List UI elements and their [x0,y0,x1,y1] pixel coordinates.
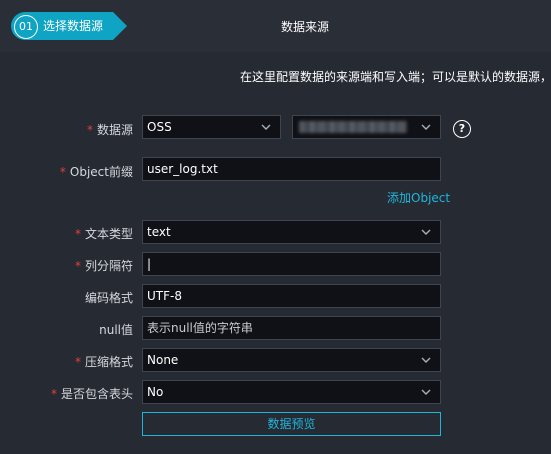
null-value-label: null值 [99,323,133,337]
chevron-down-icon [421,389,431,395]
encoding-label: 编码格式 [84,291,133,305]
datasource-name-select[interactable] [292,115,441,139]
redacted-datasource-name [299,121,407,133]
compression-select[interactable]: None [142,348,441,372]
null-value-placeholder: 表示null值的字符串 [147,321,253,335]
required-mark: * [74,355,81,369]
datasource-label: * 数据源 [86,123,133,137]
required-mark: * [50,387,57,401]
help-icon[interactable]: ? [453,120,471,138]
wizard-header: 01 选择数据源 数据来源 [0,0,551,52]
step-number: 01 [14,15,38,39]
compression-label: * 压缩格式 [74,355,133,369]
text-type-select[interactable]: text [142,220,441,244]
delimiter-input[interactable]: | [142,252,441,276]
required-mark: * [74,227,81,241]
step-label: 选择数据源 [43,19,104,33]
add-object-link[interactable]: 添加Object [387,189,450,206]
object-prefix-input[interactable]: user_log.txt [142,157,441,181]
header-select[interactable]: No [142,380,441,404]
encoding-input[interactable]: UTF-8 [142,284,441,308]
required-mark: * [59,165,66,179]
datasource-type-value: OSS [147,120,172,134]
null-value-input[interactable]: 表示null值的字符串 [142,316,441,340]
object-prefix-label: * Object前缀 [59,165,133,179]
object-prefix-value: user_log.txt [147,162,218,176]
text-type-value: text [147,225,171,239]
chevron-down-icon [421,357,431,363]
encoding-value: UTF-8 [147,289,182,303]
header-label: * 是否包含表头 [50,387,133,401]
datasource-type-select[interactable]: OSS [142,115,281,139]
description-text: 在这里配置数据的来源端和写入端；可以是默认的数据源， [240,70,551,84]
header-value: No [147,385,164,399]
delimiter-label: * 列分隔符 [74,259,133,273]
compression-value: None [147,353,179,367]
delimiter-value: | [147,257,152,271]
chevron-down-icon [421,229,431,235]
required-mark: * [86,123,93,137]
section-title: 数据来源 [280,20,329,34]
required-mark: * [74,259,81,273]
text-type-label: * 文本类型 [74,227,133,241]
step-indicator-active[interactable]: 01 选择数据源 [11,12,127,40]
chevron-down-icon [261,124,271,130]
data-preview-button[interactable]: 数据预览 [142,412,441,436]
chevron-down-icon [421,124,431,130]
